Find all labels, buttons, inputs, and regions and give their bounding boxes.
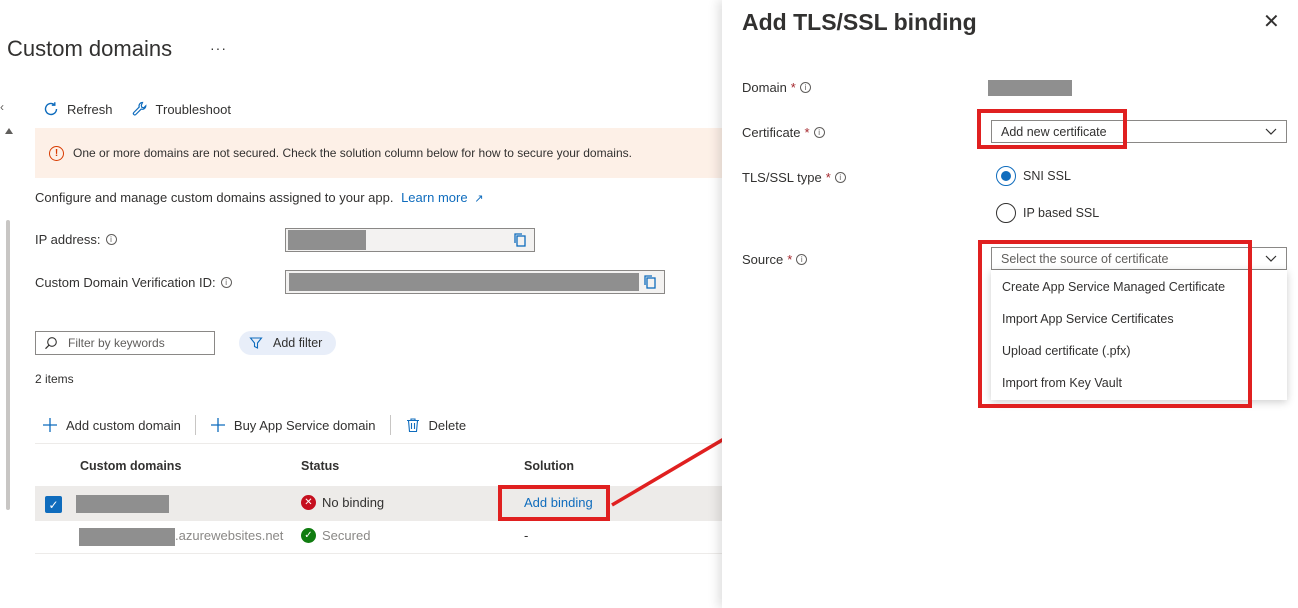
delete-button[interactable]: Delete <box>405 417 481 433</box>
certificate-label: Certificate * i <box>742 125 825 140</box>
row-checkbox[interactable]: ✓ <box>45 496 62 513</box>
command-separator <box>194 415 196 435</box>
ip-address-label: IP address: i <box>35 232 117 247</box>
delete-label: Delete <box>428 417 467 433</box>
status-text: Secured <box>322 528 371 543</box>
more-options-button[interactable]: ··· <box>210 40 227 56</box>
close-icon[interactable]: ✕ <box>1263 12 1280 32</box>
certificate-label-text: Certificate <box>742 125 801 140</box>
description-text: Configure and manage custom domains assi… <box>35 190 394 205</box>
radio-label: IP based SSL <box>1023 206 1100 220</box>
radio-button-selected[interactable] <box>996 166 1016 186</box>
chevron-down-icon <box>1265 255 1277 262</box>
annotation-highlight-box <box>978 240 1252 408</box>
plus-icon <box>43 418 57 432</box>
radio-button[interactable] <box>996 203 1016 223</box>
verification-id-label: Custom Domain Verification ID: i <box>35 275 232 290</box>
annotation-highlight-box <box>977 109 1127 149</box>
domain-label: Domain * i <box>742 80 811 95</box>
warning-text: One or more domains are not secured. Che… <box>73 146 632 160</box>
copy-icon[interactable] <box>512 232 528 248</box>
add-filter-button[interactable]: Add filter <box>239 331 336 355</box>
copy-icon[interactable] <box>642 274 658 290</box>
plus-icon <box>210 418 225 432</box>
domain-suffix: .azurewebsites.net <box>175 528 284 543</box>
redacted-domain-value <box>988 80 1072 96</box>
page-description: Configure and manage custom domains assi… <box>35 190 483 205</box>
column-header-solution[interactable]: Solution <box>524 459 574 473</box>
required-mark: * <box>787 252 793 267</box>
row-divider <box>35 553 725 554</box>
ip-address-field[interactable] <box>285 228 535 252</box>
tls-type-label-text: TLS/SSL type <box>742 170 822 185</box>
ip-address-label-text: IP address: <box>35 232 101 247</box>
command-separator <box>389 415 391 435</box>
required-mark: * <box>825 170 831 185</box>
redacted-ip <box>288 230 366 250</box>
warning-banner: ! One or more domains are not secured. C… <box>35 128 725 178</box>
buy-domain-label: Buy App Service domain <box>233 417 376 433</box>
annotation-highlight-box <box>498 485 610 521</box>
items-count: 2 items <box>35 372 74 386</box>
radio-label: SNI SSL <box>1023 169 1071 183</box>
tls-type-label: TLS/SSL type * i <box>742 170 846 185</box>
refresh-button[interactable]: Refresh <box>42 100 113 118</box>
verification-id-field[interactable] <box>285 270 665 294</box>
troubleshoot-button[interactable]: Troubleshoot <box>131 100 231 118</box>
add-custom-domain-label: Add custom domain <box>66 417 181 433</box>
panel-title: Add TLS/SSL binding <box>742 9 977 35</box>
buy-domain-button[interactable]: Buy App Service domain <box>210 417 390 433</box>
wrench-icon <box>132 101 146 116</box>
required-mark: * <box>804 125 810 140</box>
scroll-up-arrow-icon[interactable] <box>5 128 13 134</box>
info-icon[interactable]: i <box>799 82 811 93</box>
domain-cell: .azurewebsites.net <box>175 528 283 543</box>
add-binding-panel: Add TLS/SSL binding ✕ Domain * i Certifi… <box>722 0 1298 608</box>
external-link-icon: ↗ <box>474 193 484 205</box>
source-label: Source * i <box>742 252 808 267</box>
table-row[interactable]: .azurewebsites.net ✓ Secured - <box>35 520 725 553</box>
info-icon[interactable]: i <box>796 254 808 265</box>
column-header-domains[interactable]: Custom domains <box>80 459 181 473</box>
solution-text: - <box>524 528 529 543</box>
redacted-domain <box>76 495 169 513</box>
info-icon[interactable]: i <box>220 277 232 288</box>
solution-cell: - <box>524 528 528 543</box>
search-icon <box>45 337 57 350</box>
toolbar: Refresh Troubleshoot <box>42 100 231 118</box>
add-filter-label: Add filter <box>273 336 323 350</box>
page-title: Custom domains <box>7 36 173 61</box>
chevron-down-icon <box>1265 128 1277 135</box>
radio-sni-ssl[interactable]: SNI SSL <box>996 166 1071 186</box>
error-circle-icon: ✕ <box>301 495 316 510</box>
radio-ip-based-ssl[interactable]: IP based SSL <box>996 203 1099 223</box>
learn-more-link[interactable]: Learn more <box>401 190 467 205</box>
status-cell: ✕ No binding <box>301 495 384 510</box>
info-icon[interactable]: i <box>813 127 825 138</box>
filter-placeholder: Filter by keywords <box>68 336 165 350</box>
status-text: No binding <box>322 495 385 510</box>
add-custom-domain-button[interactable]: Add custom domain <box>42 417 195 433</box>
command-bar: Add custom domain Buy App Service domain… <box>42 415 480 435</box>
domain-label-text: Domain <box>742 80 787 95</box>
filter-icon <box>249 337 263 349</box>
verification-id-label-text: Custom Domain Verification ID: <box>35 275 216 290</box>
troubleshoot-label: Troubleshoot <box>155 101 231 117</box>
source-label-text: Source <box>742 252 784 267</box>
redacted-domain <box>79 528 175 546</box>
scrollbar-thumb[interactable] <box>6 220 10 510</box>
refresh-label: Refresh <box>67 101 113 117</box>
warning-icon: ! <box>49 145 64 161</box>
info-icon[interactable]: i <box>105 234 117 245</box>
check-circle-icon: ✓ <box>301 528 316 543</box>
collapse-chevron-icon[interactable]: ‹ <box>0 100 4 114</box>
filter-input[interactable]: Filter by keywords <box>35 331 215 355</box>
status-cell: ✓ Secured <box>301 528 370 543</box>
refresh-icon <box>44 102 58 116</box>
column-header-status[interactable]: Status <box>301 459 339 473</box>
redacted-verification-id <box>289 273 639 291</box>
info-icon[interactable]: i <box>834 172 846 183</box>
required-mark: * <box>790 80 796 95</box>
trash-icon <box>406 418 419 433</box>
